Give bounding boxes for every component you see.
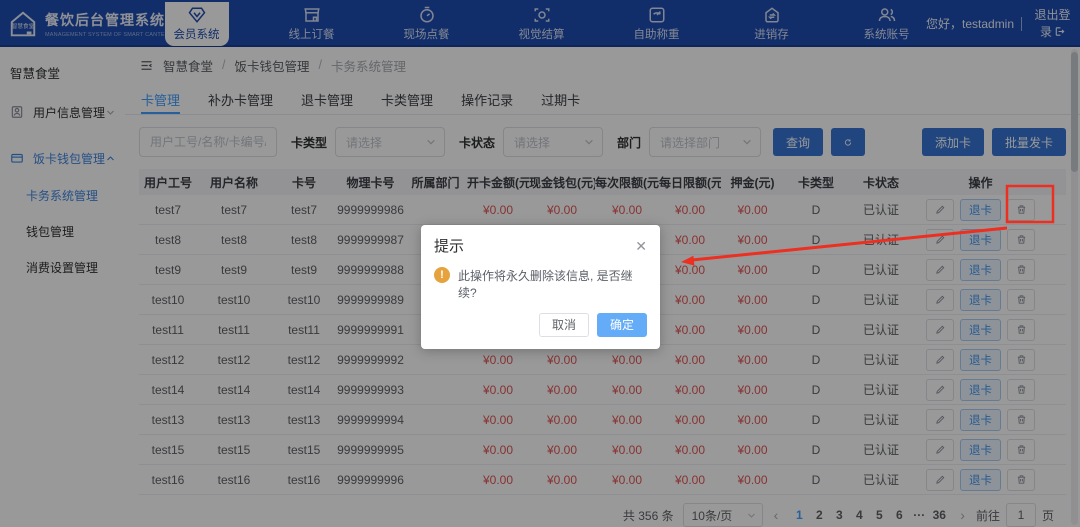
close-icon[interactable]: ✕ xyxy=(635,239,647,253)
dialog-header: 提示 ✕ xyxy=(421,225,660,260)
dialog-message: 此操作将永久删除该信息, 是否继续? xyxy=(458,267,647,303)
confirm-button[interactable]: 确定 xyxy=(597,313,647,337)
confirm-dialog: 提示 ✕ ! 此操作将永久删除该信息, 是否继续? 取消 确定 xyxy=(421,225,660,349)
dialog-body: ! 此操作将永久删除该信息, 是否继续? xyxy=(421,260,660,313)
app-root: 智慧食堂 餐饮后台管理系统 MANAGEMENT SYSTEM OF SMART… xyxy=(0,0,1080,527)
dialog-footer: 取消 确定 xyxy=(421,313,660,349)
cancel-button[interactable]: 取消 xyxy=(539,313,589,337)
warning-icon: ! xyxy=(434,267,450,283)
dialog-title: 提示 xyxy=(434,235,464,256)
